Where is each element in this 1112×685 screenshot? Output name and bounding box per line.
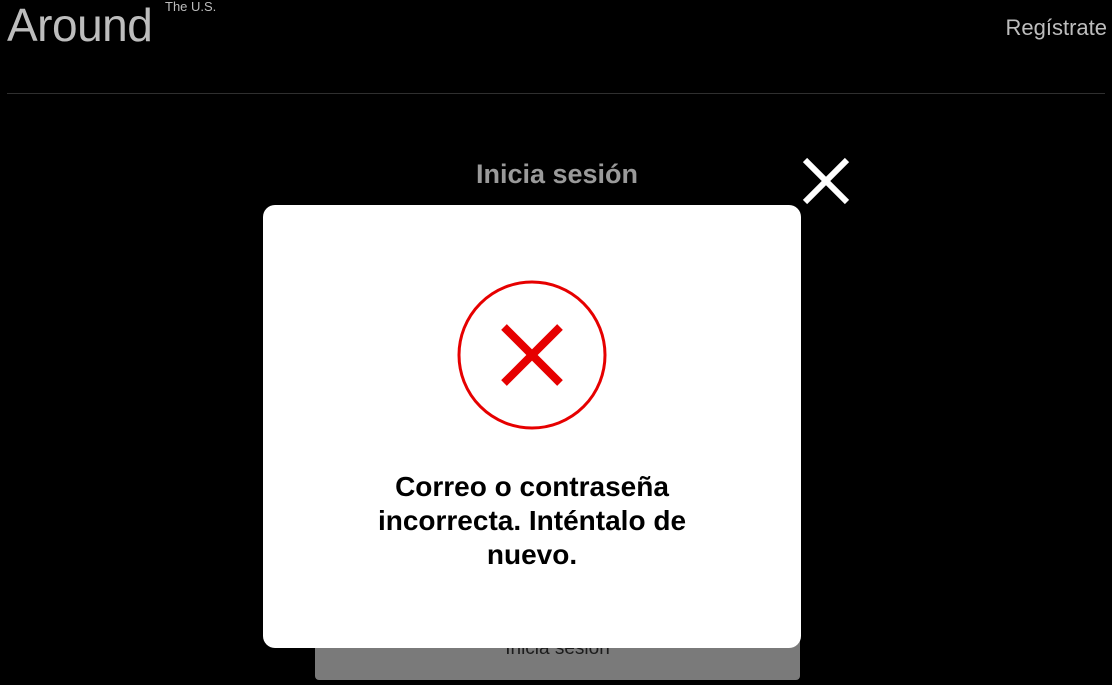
close-icon xyxy=(802,157,850,205)
page: Around The U.S. Regístrate Inicia sesión… xyxy=(0,0,1112,685)
error-message: Correo o contraseña incorrecta. Inténtal… xyxy=(377,471,687,570)
login-title: Inicia sesión xyxy=(475,159,639,189)
header-divider xyxy=(7,93,1105,94)
header: Around The U.S. Regístrate xyxy=(0,0,1112,94)
close-button[interactable] xyxy=(798,153,854,209)
error-modal: Correo o contraseña incorrecta. Inténtal… xyxy=(263,205,801,648)
logo-superscript: The U.S. xyxy=(165,0,217,14)
error-x-circle-icon xyxy=(457,280,607,430)
register-link[interactable]: Regístrate xyxy=(1006,15,1108,41)
logo: Around xyxy=(7,0,153,51)
